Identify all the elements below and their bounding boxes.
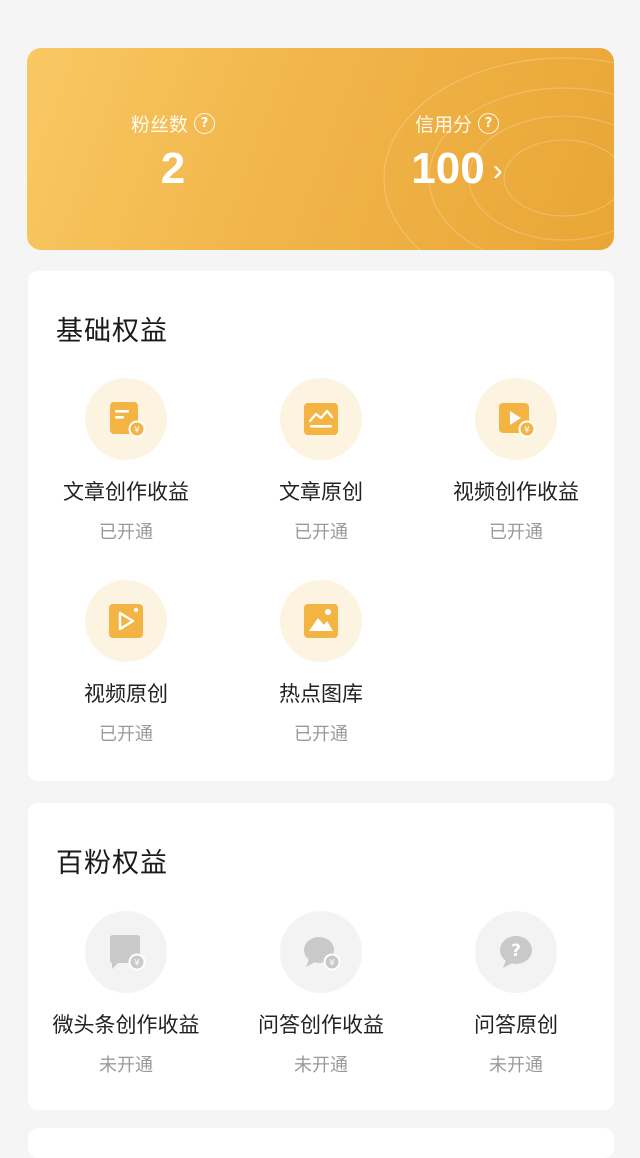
right-status: 未开通 [99, 1055, 153, 1076]
fans-stat: 粉丝数 ? 2 [43, 48, 303, 250]
svg-text:¥: ¥ [134, 426, 140, 436]
micro-headline-revenue-icon: ¥ [85, 911, 167, 993]
qa-original-icon: ? [475, 911, 557, 993]
hundred-fans-rights-section: 百粉权益 ¥ 微头条创作收益 未开通 ¥ 问答创作收益 未开通 ? 问答原创 未… [28, 803, 614, 1110]
right-title: 问答创作收益 [258, 1013, 384, 1037]
right-title: 热点图库 [279, 682, 363, 706]
article-revenue-icon: ¥ [85, 378, 167, 460]
svg-text:¥: ¥ [524, 426, 530, 436]
right-title: 视频创作收益 [453, 480, 579, 504]
question-circle-icon[interactable]: ? [478, 112, 499, 134]
fans-count: 2 [160, 144, 186, 193]
right-status: 已开通 [294, 522, 348, 543]
basic-rights-section: 基础权益 ¥ 文章创作收益 已开通 文章原创 已开通 ¥ 视频创作收益 已开通 … [28, 271, 614, 781]
right-status: 未开通 [294, 1055, 348, 1076]
right-status: 已开通 [99, 522, 153, 543]
svg-text:¥: ¥ [134, 959, 140, 969]
right-item-hot-image-library[interactable]: 热点图库 已开通 [223, 580, 419, 746]
right-item-article-original[interactable]: 文章原创 已开通 [223, 378, 419, 544]
right-item-video-original[interactable]: 视频原创 已开通 [28, 580, 224, 746]
video-revenue-icon: ¥ [475, 378, 557, 460]
article-original-icon [280, 378, 362, 460]
fans-label: 粉丝数 [130, 113, 188, 136]
right-status: 已开通 [99, 724, 153, 745]
chevron-right-icon[interactable]: › [493, 154, 503, 188]
right-title: 文章原创 [279, 480, 363, 504]
question-circle-icon[interactable]: ? [194, 112, 215, 134]
next-section-card [28, 1128, 614, 1158]
right-status: 已开通 [489, 522, 543, 543]
credit-score-value: 100 [411, 144, 485, 193]
right-item-micro-headline-revenue[interactable]: ¥ 微头条创作收益 未开通 [28, 911, 224, 1077]
right-item-video-revenue[interactable]: ¥ 视频创作收益 已开通 [418, 378, 614, 544]
video-original-icon [85, 580, 167, 662]
right-title: 文章创作收益 [63, 480, 189, 504]
right-title: 微头条创作收益 [52, 1013, 200, 1037]
qa-revenue-icon: ¥ [280, 911, 362, 993]
section-title: 基础权益 [56, 316, 168, 347]
right-item-article-revenue[interactable]: ¥ 文章创作收益 已开通 [28, 378, 224, 544]
svg-text:?: ? [511, 941, 521, 961]
right-item-qa-revenue[interactable]: ¥ 问答创作收益 未开通 [223, 911, 419, 1077]
right-item-qa-original[interactable]: ? 问答原创 未开通 [418, 911, 614, 1077]
hot-image-library-icon [280, 580, 362, 662]
credit-score-label: 信用分 [414, 113, 472, 136]
section-title: 百粉权益 [56, 848, 168, 879]
right-title: 视频原创 [84, 682, 168, 706]
right-title: 问答原创 [474, 1013, 558, 1037]
stats-card: 粉丝数 ? 2 信用分 ? 100 › [27, 48, 614, 250]
svg-text:¥: ¥ [329, 959, 335, 969]
right-status: 已开通 [294, 724, 348, 745]
right-status: 未开通 [489, 1055, 543, 1076]
credit-score-stat[interactable]: 信用分 ? 100 › [327, 48, 587, 250]
